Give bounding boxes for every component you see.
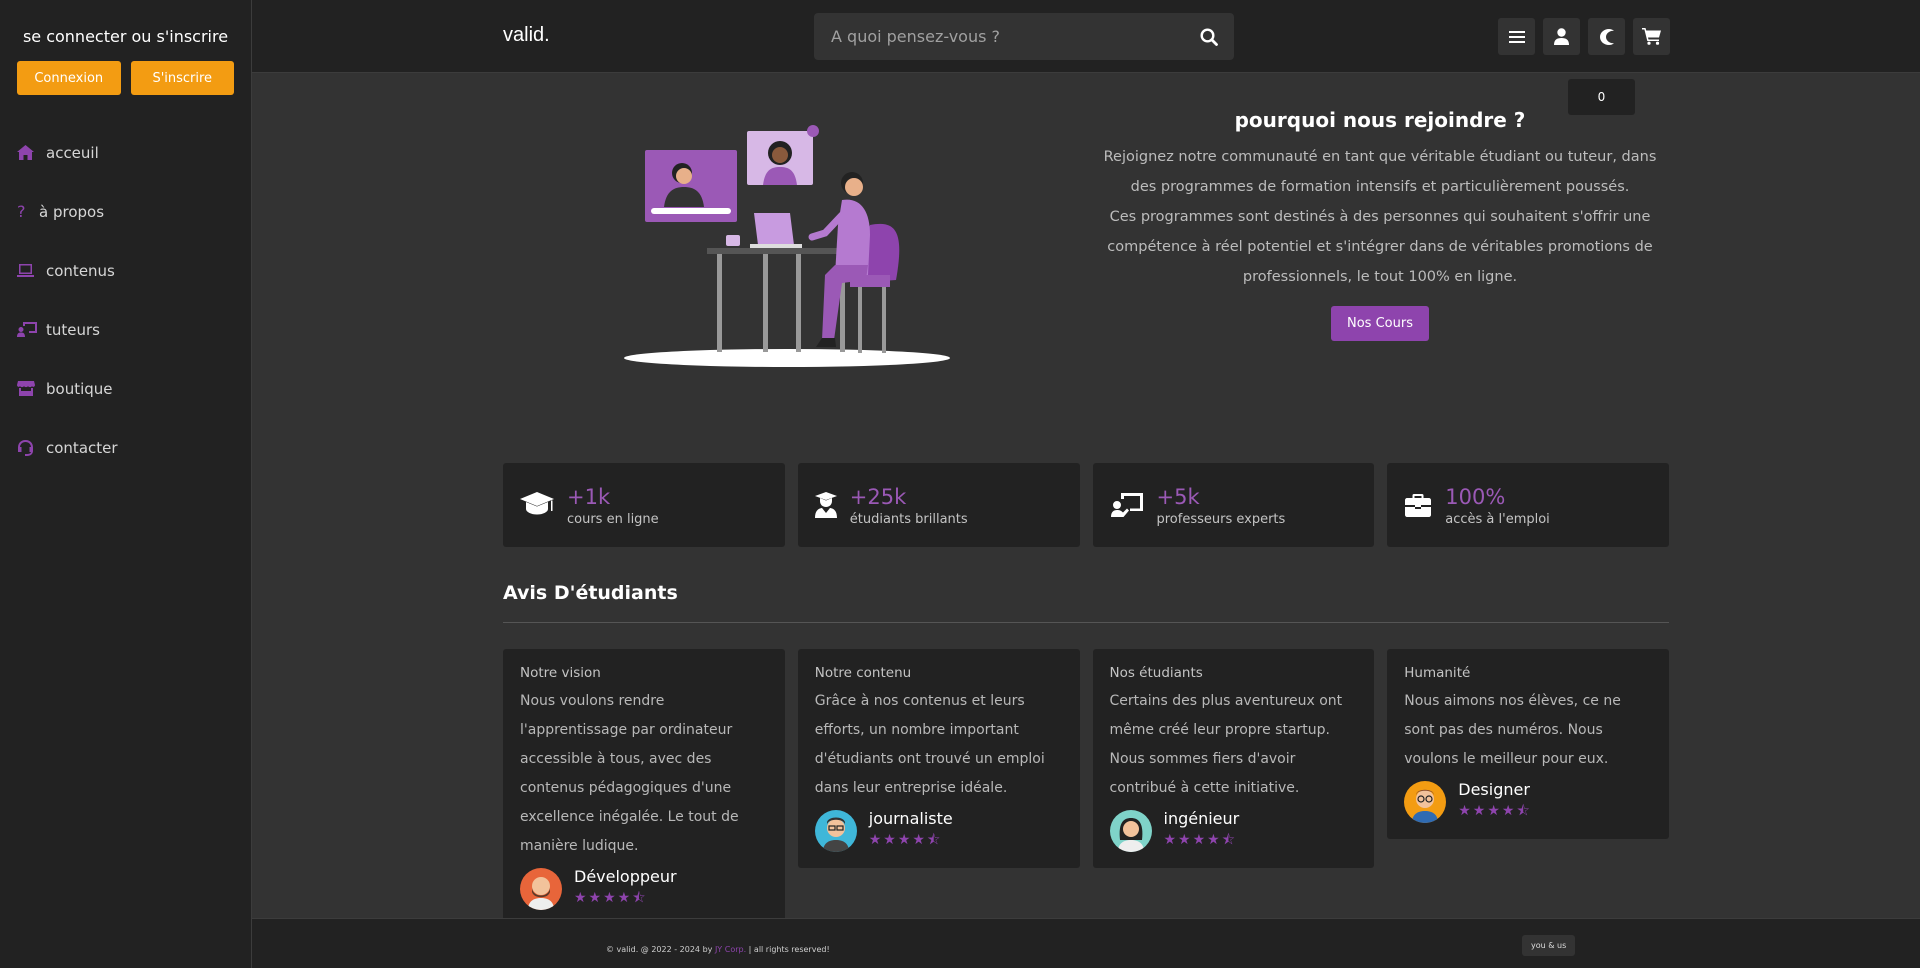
stat-value: +1k	[567, 484, 611, 509]
footer: © valid. @ 2022 - 2024 by JY Corp. | all…	[252, 918, 1920, 968]
user-button[interactable]	[1543, 18, 1580, 55]
avatar	[1109, 810, 1152, 852]
reviews-title: Avis D'étudiants	[503, 582, 678, 604]
sidebar-item-boutique[interactable]: boutique	[0, 359, 251, 418]
register-button[interactable]: S'inscrire	[130, 61, 234, 95]
rating-stars: ★★★★⯪	[574, 890, 648, 906]
top-header: valid.	[252, 0, 1920, 73]
rating-stars: ★★★★⯪	[1163, 832, 1237, 848]
review-text: Grâce à nos contenus et leurs efforts, u…	[814, 693, 1045, 796]
avatar	[814, 810, 857, 852]
copyright: © valid. @ 2022 - 2024 by JY Corp. | all…	[606, 945, 830, 954]
hero-paragraph: Rejoignez notre communauté en tant que v…	[1103, 149, 1657, 195]
stat-card: +1k cours en ligne	[503, 463, 785, 547]
search-button[interactable]	[1184, 13, 1234, 60]
moon-icon	[1599, 28, 1614, 45]
review-author-name: journaliste	[868, 809, 953, 828]
stat-value: 100%	[1445, 484, 1506, 509]
sidebar-item-contenus[interactable]: contenus	[0, 241, 251, 300]
stat-value: +25k	[849, 484, 907, 509]
review-author: Designer ★★★★⯪	[1404, 780, 1652, 824]
review-author-name: Développeur	[574, 867, 677, 886]
review-heading: Notre vision	[520, 665, 601, 681]
sidebar-item-a-propos[interactable]: ? à propos	[0, 182, 251, 241]
rating-stars: ★★★★⯪	[1458, 803, 1532, 819]
avatar	[520, 868, 562, 910]
cart-icon	[1642, 28, 1661, 45]
stat-label: cours en ligne	[567, 511, 659, 527]
graduation-cap-icon	[519, 487, 555, 523]
user-icon	[1554, 28, 1569, 45]
stat-card: +25k étudiants brillants	[797, 463, 1080, 547]
briefcase-icon	[1403, 487, 1433, 523]
review-heading: Notre contenu	[814, 665, 912, 681]
sidebar-item-tuteurs[interactable]: tuteurs	[0, 300, 251, 359]
search-icon	[1200, 27, 1218, 46]
stat-card: 100% accès à l'emploi	[1387, 463, 1669, 547]
sidebar-item-label: boutique	[46, 379, 113, 398]
copyright-prefix: © valid. @ 2022 - 2024 by	[606, 945, 713, 954]
review-text: Nous aimons nos élèves, ce ne sont pas d…	[1404, 693, 1621, 767]
stats-row: +1k cours en ligne +25k étudiants brilla…	[503, 463, 1669, 547]
chalkboard-teacher-icon	[17, 322, 39, 337]
header-buttons	[1498, 18, 1670, 55]
corp-link[interactable]: JY Corp.	[715, 945, 746, 954]
sidebar-item-contacter[interactable]: contacter	[0, 418, 251, 477]
auth-buttons: Connexion S'inscrire	[0, 61, 251, 95]
review-card: Notre vision Nous voulons rendre l'appre…	[503, 649, 785, 926]
hero-illustration	[624, 125, 950, 367]
stat-card: +5k professeurs experts	[1092, 463, 1375, 547]
sidebar-item-label: tuteurs	[46, 320, 100, 339]
review-card: Humanité Nous aimons nos élèves, ce ne s…	[1387, 649, 1669, 839]
sidebar: se connecter ou s'inscrire Connexion S'i…	[0, 0, 252, 968]
sidebar-item-label: à propos	[39, 202, 105, 221]
hero-section: pourquoi nous rejoindre ? Rejoignez notr…	[1100, 108, 1660, 341]
copyright-suffix: | all rights reserved!	[748, 945, 830, 954]
laptop-icon	[17, 264, 39, 277]
divider	[503, 622, 1669, 623]
reviews-row: Notre vision Nous voulons rendre l'appre…	[503, 649, 1669, 926]
menu-icon	[1508, 30, 1525, 43]
hero-title: pourquoi nous rejoindre ?	[1234, 108, 1526, 132]
you-and-us-badge[interactable]: you & us	[1522, 935, 1576, 956]
stat-value: +5k	[1156, 484, 1200, 509]
chalkboard-teacher-icon	[1109, 487, 1145, 523]
question-icon: ?	[17, 202, 26, 221]
auth-title: se connecter ou s'inscrire	[22, 27, 229, 46]
courses-button[interactable]: Nos Cours	[1331, 306, 1429, 341]
review-author: Développeur ★★★★⯪	[520, 867, 768, 911]
login-button[interactable]: Connexion	[17, 61, 121, 95]
dark-mode-button[interactable]	[1588, 18, 1625, 55]
stat-label: étudiants brillants	[849, 511, 968, 527]
headset-icon	[17, 439, 39, 456]
home-icon	[17, 145, 39, 160]
search-input[interactable]	[814, 27, 1184, 46]
sidebar-item-label: acceuil	[46, 143, 99, 162]
sidebar-nav: acceuil ? à propos contenus tuteurs bout…	[0, 123, 251, 477]
review-text: Nous voulons rendre l'apprentissage par …	[520, 693, 739, 854]
stat-label: accès à l'emploi	[1445, 511, 1550, 527]
review-heading: Nos étudiants	[1109, 665, 1203, 681]
search-bar	[814, 13, 1234, 60]
cart-button[interactable]	[1633, 18, 1670, 55]
review-author: ingénieur ★★★★⯪	[1109, 809, 1358, 853]
sidebar-item-label: contenus	[46, 261, 115, 280]
hero-paragraph: Ces programmes sont destinés à des perso…	[1107, 209, 1653, 285]
review-card: Notre contenu Grâce à nos contenus et le…	[797, 649, 1080, 868]
store-icon	[17, 381, 39, 396]
stat-label: professeurs experts	[1156, 511, 1286, 527]
avatar	[1404, 781, 1447, 823]
review-author: journaliste ★★★★⯪	[814, 809, 1063, 853]
menu-button[interactable]	[1498, 18, 1535, 55]
rating-stars: ★★★★⯪	[868, 832, 943, 848]
site-logo[interactable]: valid.	[503, 24, 550, 47]
review-author-name: Designer	[1458, 780, 1530, 799]
review-heading: Humanité	[1404, 665, 1471, 681]
review-card: Nos étudiants Certains des plus aventure…	[1092, 649, 1375, 868]
user-graduate-icon	[814, 487, 838, 523]
review-author-name: ingénieur	[1163, 809, 1240, 828]
review-text: Certains des plus aventureux ont même cr…	[1109, 693, 1343, 796]
sidebar-item-label: contacter	[46, 438, 118, 457]
sidebar-item-acceuil[interactable]: acceuil	[0, 123, 251, 182]
